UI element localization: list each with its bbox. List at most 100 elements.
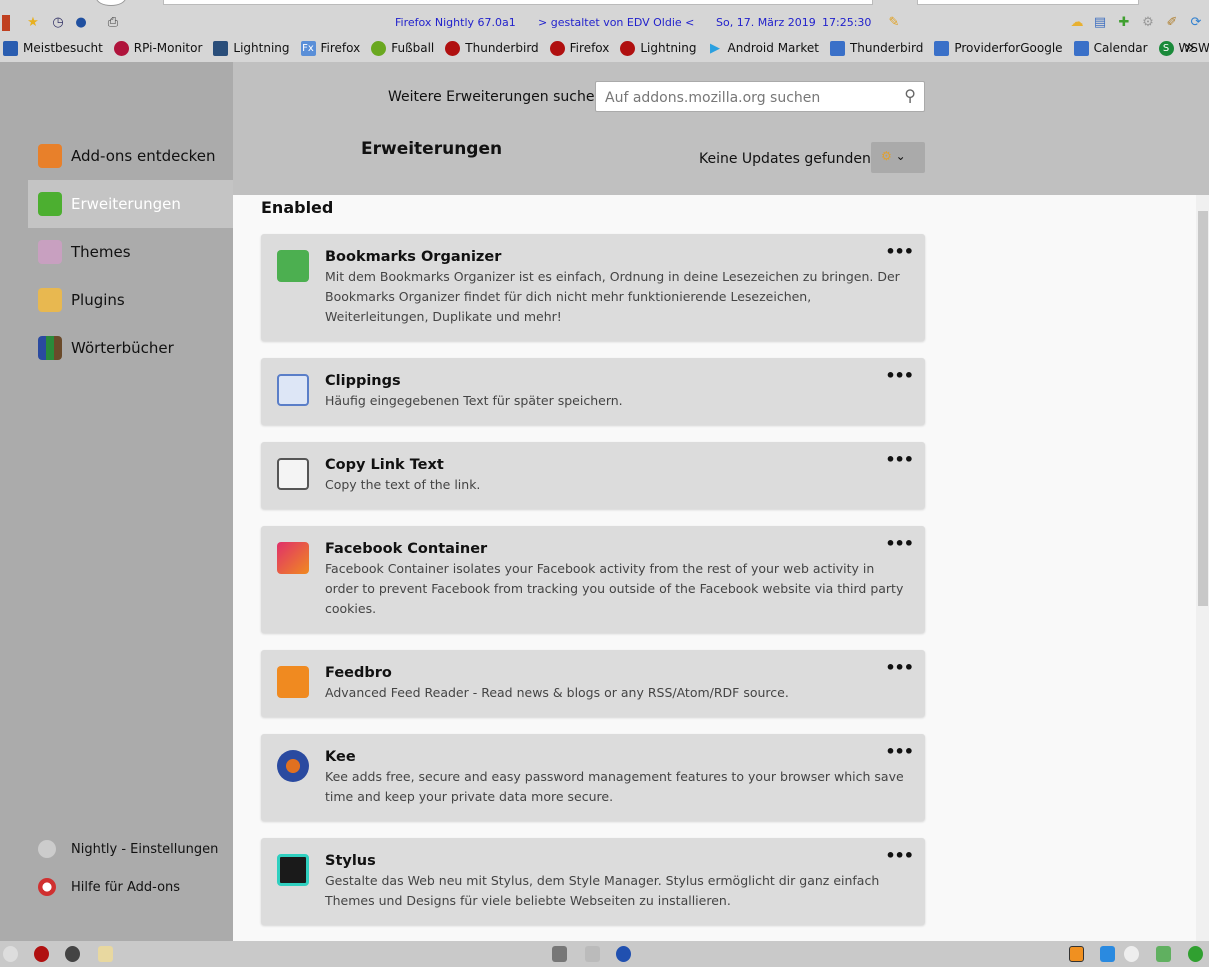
dragon-icon[interactable] <box>34 946 49 962</box>
c-icon[interactable] <box>65 946 80 962</box>
addons-search-input[interactable]: Auf addons.mozilla.org suchen ⚲ <box>595 81 925 112</box>
bitwarden-icon[interactable] <box>1100 946 1115 962</box>
bookmark-item[interactable]: Firefox <box>549 40 609 56</box>
date-text: So, 17. März 2019 <box>716 16 816 29</box>
footer-label: Hilfe für Add-ons <box>71 879 181 895</box>
notes-icon[interactable]: ✎ <box>886 15 902 31</box>
time-text: 17:25:30 <box>822 16 872 29</box>
nightly-settings-link[interactable]: Nightly - Einstellungen <box>38 840 218 858</box>
extensions-list: Enabled Bookmarks Organizer Mit dem Bookm… <box>233 195 1196 941</box>
dragon-icon <box>620 40 636 56</box>
bookmark-item[interactable]: Lightning <box>213 40 290 56</box>
addon-name: Stylus <box>325 853 376 869</box>
sidebar-item-themes[interactable]: Themes <box>28 228 233 276</box>
sidebar-item-discover[interactable]: Add-ons entdecken <box>28 132 233 180</box>
search-bar[interactable] <box>917 0 1139 5</box>
addon-card[interactable]: Kee Kee adds free, secure and easy passwo… <box>261 734 925 821</box>
bookmark-item[interactable]: ▶ Android Market <box>707 41 819 56</box>
library-icon[interactable] <box>2 15 10 31</box>
bookmark-label: Lightning <box>233 41 290 55</box>
addon-description: Gestalte das Web neu mit Stylus, dem Sty… <box>325 873 880 908</box>
bookmark-item[interactable]: Thunderbird <box>829 40 924 56</box>
toolbar: ★ ◷ ● ⎙ Firefox Nightly 67.0a1 > gestalt… <box>0 12 1209 36</box>
addon-name: Kee <box>325 749 356 765</box>
bookmark-icon[interactable] <box>1156 946 1171 962</box>
stylus-s-icon <box>277 854 309 886</box>
more-options-button[interactable]: ••• <box>885 846 914 865</box>
books-icon <box>38 336 62 360</box>
update-status: Keine Updates gefunden <box>699 151 871 167</box>
bookmark-item[interactable]: ProviderforGoogle <box>934 40 1063 56</box>
addons-help-link[interactable]: Hilfe für Add-ons <box>38 878 180 896</box>
sidebar-item-extensions[interactable]: Erweiterungen <box>28 180 233 228</box>
addon-card[interactable]: Feedbro Advanced Feed Reader - Read news … <box>261 650 925 717</box>
addon-icon[interactable]: ● <box>73 15 89 31</box>
plugin-icon <box>38 288 62 312</box>
search-label: Weitere Erweiterungen suchen <box>388 89 604 105</box>
sidebar-item-dictionaries[interactable]: Wörterbücher <box>28 324 233 372</box>
weather-icon[interactable]: ☁ <box>1069 15 1085 31</box>
bookmark-item[interactable]: Fußball <box>371 40 434 56</box>
tools-menu-button[interactable]: ⚙ ⌄ <box>871 142 925 173</box>
addon-card[interactable]: Clippings Häufig eingegebenen Text für sp… <box>261 358 925 425</box>
back-arrow-icon[interactable] <box>1188 946 1203 962</box>
gear-icon: ⚙ <box>881 149 892 163</box>
bookmark-item[interactable]: Fx Firefox <box>300 40 360 56</box>
addon-description: Mit dem Bookmarks Organizer ist es einfa… <box>325 269 900 324</box>
sidebar-item-plugins[interactable]: Plugins <box>28 276 233 324</box>
football-icon <box>371 40 387 56</box>
bookmark-label: Thunderbird <box>849 41 924 55</box>
power-icon[interactable] <box>3 946 18 962</box>
more-options-button[interactable]: ••• <box>885 534 914 553</box>
bookmark-label: Lightning <box>640 41 697 55</box>
sync-icon[interactable]: ⟳ <box>1188 15 1204 31</box>
ublock-shield-icon[interactable] <box>552 946 567 962</box>
bookmark-item[interactable]: Calendar <box>1073 40 1148 56</box>
more-options-button[interactable]: ••• <box>885 366 914 385</box>
bookmark-star-icon <box>277 250 309 282</box>
bookmark-label: ProviderforGoogle <box>954 41 1063 55</box>
scrollbar[interactable] <box>1196 195 1209 941</box>
section-title: Enabled <box>261 198 334 217</box>
star-icon[interactable]: ★ <box>25 15 41 31</box>
bookmark-item[interactable]: Meistbesucht <box>3 40 103 56</box>
broom-icon[interactable]: ✐ <box>1164 15 1180 31</box>
extensions-icon[interactable]: ✚ <box>1116 15 1132 31</box>
scrollbar-thumb[interactable] <box>1198 211 1208 606</box>
designer-text: > gestaltet von EDV Oldie < <box>538 16 695 29</box>
bookmark-item[interactable]: RPi-Monitor <box>113 40 203 56</box>
info-icon[interactable] <box>1124 946 1139 962</box>
back-button[interactable] <box>96 0 126 6</box>
bookmark-item[interactable]: Thunderbird <box>445 40 539 56</box>
reader-icon[interactable]: ▤ <box>1092 15 1108 31</box>
addon-card[interactable]: Facebook Container Facebook Container iso… <box>261 526 925 633</box>
search-icon[interactable] <box>1069 946 1084 962</box>
addon-name: Clippings <box>325 373 401 389</box>
more-options-button[interactable]: ••• <box>885 242 914 261</box>
bookmark-label: RPi-Monitor <box>133 41 203 55</box>
addon-card[interactable]: Copy Link Text Copy the text of the link.… <box>261 442 925 509</box>
bookmark-item[interactable]: Lightning <box>620 40 697 56</box>
document-icon <box>277 374 309 406</box>
list-icon[interactable] <box>585 946 600 962</box>
addon-name: Bookmarks Organizer <box>325 249 502 265</box>
addon-name: Feedbro <box>325 665 392 681</box>
bookmarks-overflow-button[interactable]: » <box>1184 37 1195 58</box>
zip-icon[interactable] <box>98 946 113 962</box>
more-options-button[interactable]: ••• <box>885 450 914 469</box>
calendar-icon <box>934 40 950 56</box>
addon-card[interactable]: Stylus Gestalte das Web neu mit Stylus, d… <box>261 838 925 925</box>
gear-icon[interactable] <box>616 946 631 962</box>
more-options-button[interactable]: ••• <box>885 658 914 677</box>
palette-icon <box>38 240 62 264</box>
gear-icon[interactable]: ⚙ <box>1140 15 1156 31</box>
history-icon[interactable]: ◷ <box>50 15 66 31</box>
lightning-icon <box>213 40 229 56</box>
addon-card[interactable]: Bookmarks Organizer Mit dem Bookmarks Org… <box>261 234 925 341</box>
print-icon[interactable]: ⎙ <box>105 15 121 31</box>
kee-key-icon <box>277 750 309 782</box>
wsw-icon: S <box>1158 40 1174 56</box>
addon-description: Kee adds free, secure and easy password … <box>325 769 904 804</box>
more-options-button[interactable]: ••• <box>885 742 914 761</box>
url-bar[interactable] <box>163 0 873 5</box>
